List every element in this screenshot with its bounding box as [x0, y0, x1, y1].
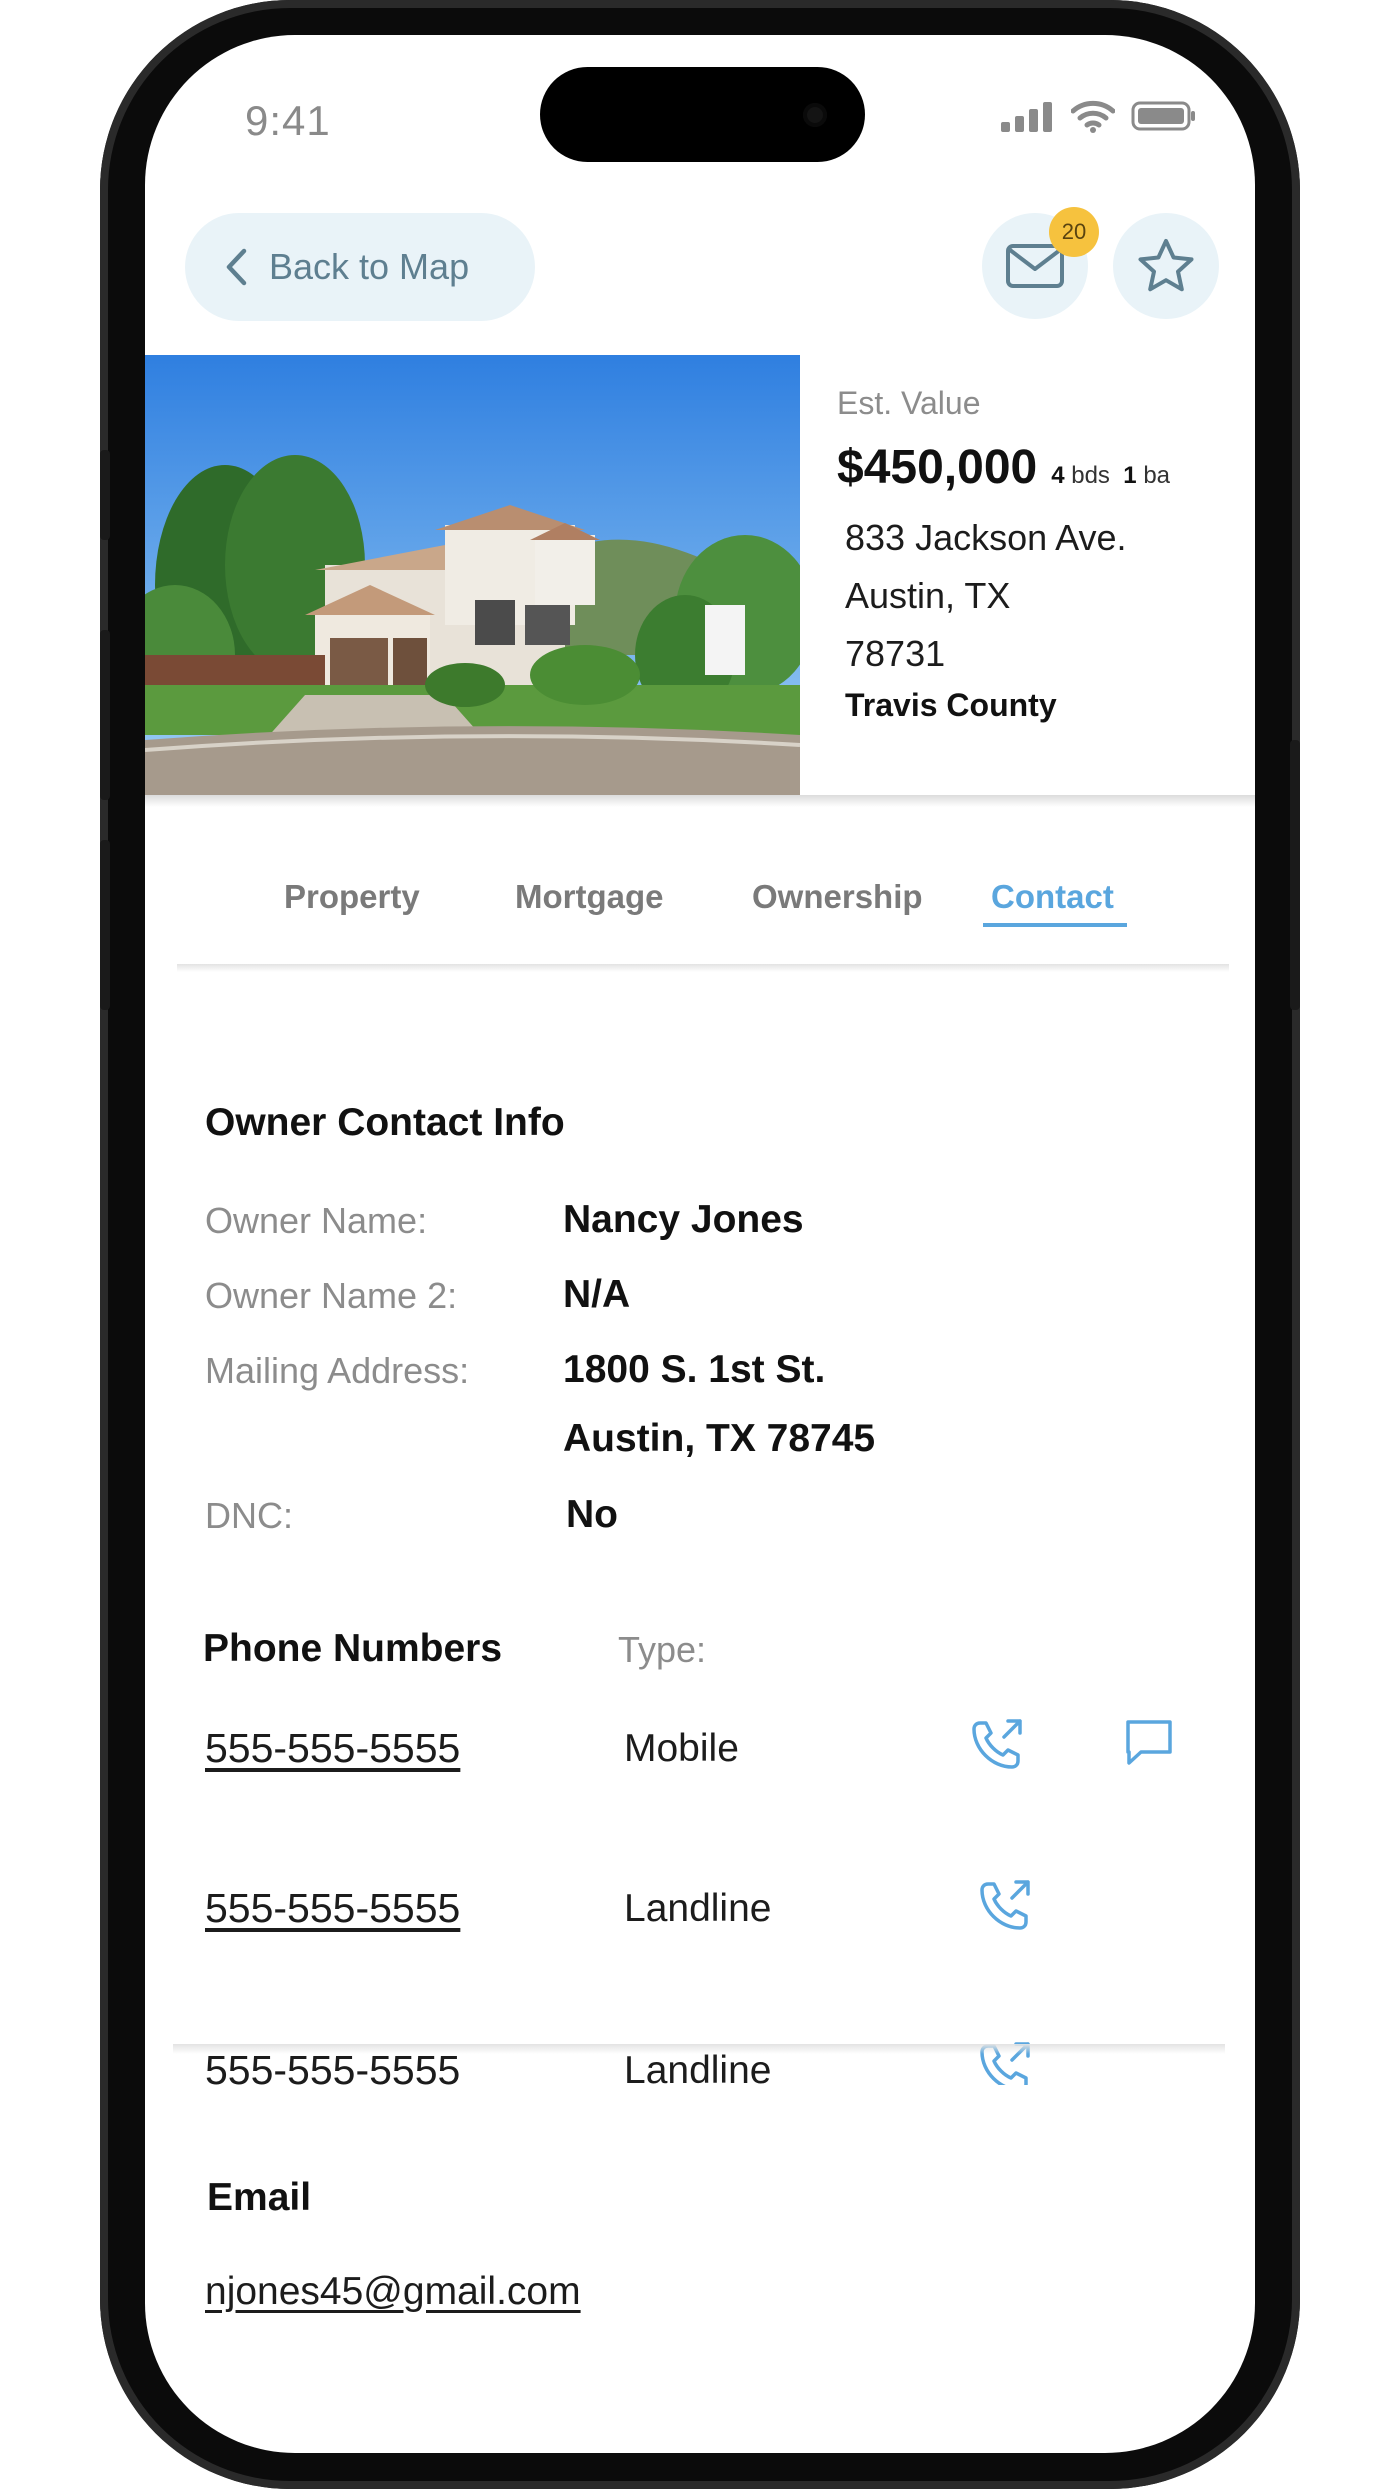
mailing-address-label: Mailing Address:: [205, 1350, 470, 1391]
phone-number[interactable]: 555-555-5555: [205, 1885, 460, 1932]
owner-name-2-label: Owner Name 2:: [205, 1275, 458, 1316]
messages-badge: 20: [1049, 207, 1099, 257]
owner-name-2-value: N/A: [563, 1273, 631, 1316]
address-street: 833 Jackson Ave.: [845, 517, 1127, 558]
screen: 9:41 Back to Map 20 Est. Value $450,000 …: [145, 35, 1255, 2453]
tab-mortgage[interactable]: Mortgage: [515, 878, 664, 916]
active-tab-indicator: [983, 923, 1127, 927]
battery-icon: [1131, 101, 1195, 131]
wifi-icon: [1071, 100, 1115, 133]
tab-ownership[interactable]: Ownership: [752, 878, 923, 916]
baths-count: 1: [1123, 462, 1137, 489]
price-row: $450,000 4 bds 1 ba: [837, 440, 1237, 495]
address-zip: 78731: [845, 633, 946, 674]
hero-divider: [145, 795, 1255, 807]
signal-icon: [1001, 102, 1052, 132]
chevron-left-icon: [226, 248, 247, 286]
favorite-button[interactable]: [1113, 213, 1219, 319]
property-county: Travis County: [845, 687, 1057, 723]
back-to-map-button[interactable]: Back to Map: [185, 213, 535, 321]
status-icons: [1001, 99, 1197, 133]
phone-type: Landline: [624, 2049, 772, 2085]
tabs-divider: [177, 964, 1229, 972]
est-value-price: $450,000: [837, 441, 1038, 494]
call-outgoing-icon[interactable]: [978, 1878, 1034, 1934]
phone-number[interactable]: 555-555-5555: [205, 1725, 460, 1772]
camera-icon: [803, 103, 827, 127]
house-photo-illustration: [145, 355, 800, 795]
side-button: [1290, 740, 1300, 1010]
property-address: 833 Jackson Ave. Austin, TX 78731: [845, 509, 1237, 683]
dynamic-island: [540, 67, 865, 162]
tab-property[interactable]: Property: [284, 878, 420, 916]
address-city: Austin, TX: [845, 575, 1011, 616]
est-value-label: Est. Value: [837, 385, 981, 421]
star-icon: [1138, 239, 1194, 292]
mailing-address-line2: Austin, TX 78745: [563, 1417, 876, 1460]
property-photo[interactable]: [145, 355, 800, 795]
phone-type: Landline: [624, 1887, 772, 1930]
phone-list: 555-555-5555 Mobile 555-555-5555 Landlin…: [145, 1675, 1255, 2085]
beds-baths: 4 bds 1 ba: [1051, 462, 1170, 490]
status-time: 9:41: [245, 97, 331, 144]
property-summary: Est. Value $450,000 4 bds 1 ba 833 Jacks…: [837, 385, 1237, 724]
email-title: Email: [207, 2176, 312, 2219]
beds-unit: bds: [1071, 462, 1110, 489]
dnc-value: No: [566, 1493, 618, 1536]
email-address-link[interactable]: njones45@gmail.com: [205, 2270, 581, 2314]
owner-contact-title: Owner Contact Info: [205, 1101, 565, 1144]
message-icon[interactable]: [1123, 1717, 1175, 1767]
tab-contact[interactable]: Contact: [991, 878, 1114, 916]
phone-list-divider: [173, 2044, 1225, 2054]
owner-name-label: Owner Name:: [205, 1200, 428, 1241]
side-button: [100, 840, 110, 1010]
phone-type: Mobile: [624, 1727, 739, 1770]
mailing-address-line1: 1800 S. 1st St.: [563, 1348, 826, 1391]
side-button: [100, 630, 110, 800]
call-outgoing-icon[interactable]: [970, 1717, 1026, 1773]
detail-tabs: Property Mortgage Ownership Contact: [145, 878, 1255, 938]
beds-count: 4: [1051, 462, 1065, 489]
phone-numbers-title: Phone Numbers: [203, 1627, 503, 1670]
side-button: [100, 450, 110, 540]
back-to-map-label: Back to Map: [269, 246, 470, 287]
dnc-label: DNC:: [205, 1495, 293, 1536]
phone-type-header: Type:: [618, 1629, 707, 1670]
owner-name-value: Nancy Jones: [563, 1198, 804, 1241]
baths-unit: ba: [1143, 462, 1171, 489]
